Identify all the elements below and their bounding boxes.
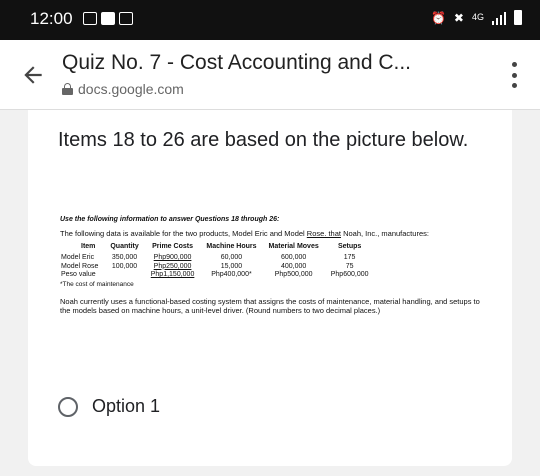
image-intro: The following data is available for the … <box>60 229 429 238</box>
col-material-moves: Material Moves <box>268 242 319 250</box>
page-title: Quiz No. 7 - Cost Accounting and C... <box>62 51 412 74</box>
table-header-row: Item Quantity Prime Costs Machine Hours … <box>61 243 375 255</box>
question-title: Items 18 to 26 are based on the picture … <box>58 129 469 151</box>
option-1[interactable]: Option 1 <box>58 396 160 417</box>
app-bar: Quiz No. 7 - Cost Accounting and C... do… <box>0 40 540 110</box>
url-text: docs.google.com <box>78 81 184 97</box>
col-quantity: Quantity <box>110 242 139 250</box>
page-url: docs.google.com <box>62 81 184 97</box>
option-label: Option 1 <box>92 396 161 416</box>
col-setups: Setups <box>337 242 362 250</box>
col-prime-costs: Prime Costs <box>152 242 193 250</box>
col-item: Item <box>81 242 96 250</box>
table-row: Peso value Php1,150,000 Php400,000* Php5… <box>61 271 369 278</box>
image-notification-icon <box>83 12 97 25</box>
battery-icon <box>514 10 522 25</box>
lock-icon <box>62 83 73 95</box>
table-footnote: *The cost of maintenance <box>60 280 134 288</box>
radio-button[interactable] <box>58 396 78 417</box>
table-row: Model Eric 350,000 Php900,000 60,000 600… <box>61 254 356 261</box>
video-notification-icon <box>101 12 115 25</box>
more-options-icon[interactable] <box>510 62 518 88</box>
col-machine-hours: Machine Hours <box>206 242 257 250</box>
network-type-icon: 4G <box>471 12 484 22</box>
system-icons: ⏰ ✖ 4G <box>431 10 522 25</box>
image-paragraph: Noah currently uses a functional-based c… <box>60 296 480 316</box>
table-row: Model Rose 100,000 Php250,000 15,000 400… <box>61 262 354 270</box>
cost-data-table: Item Quantity Prime Costs Machine Hours … <box>61 243 375 280</box>
wifi-notification-icon <box>119 12 133 25</box>
alarm-icon: ⏰ <box>430 10 446 25</box>
image-instruction: Use the following information to answer … <box>60 216 280 223</box>
back-arrow-icon[interactable] <box>20 62 46 88</box>
question-card: Items 18 to 26 are based on the picture … <box>28 110 512 466</box>
signal-icon <box>492 11 506 25</box>
mute-icon: ✖ <box>453 10 464 25</box>
notification-icons <box>83 12 133 25</box>
status-time: 12:00 <box>30 9 73 28</box>
question-image: Use the following information to answer … <box>60 216 490 386</box>
status-bar: 12:00 ⏰ ✖ 4G <box>0 0 540 40</box>
